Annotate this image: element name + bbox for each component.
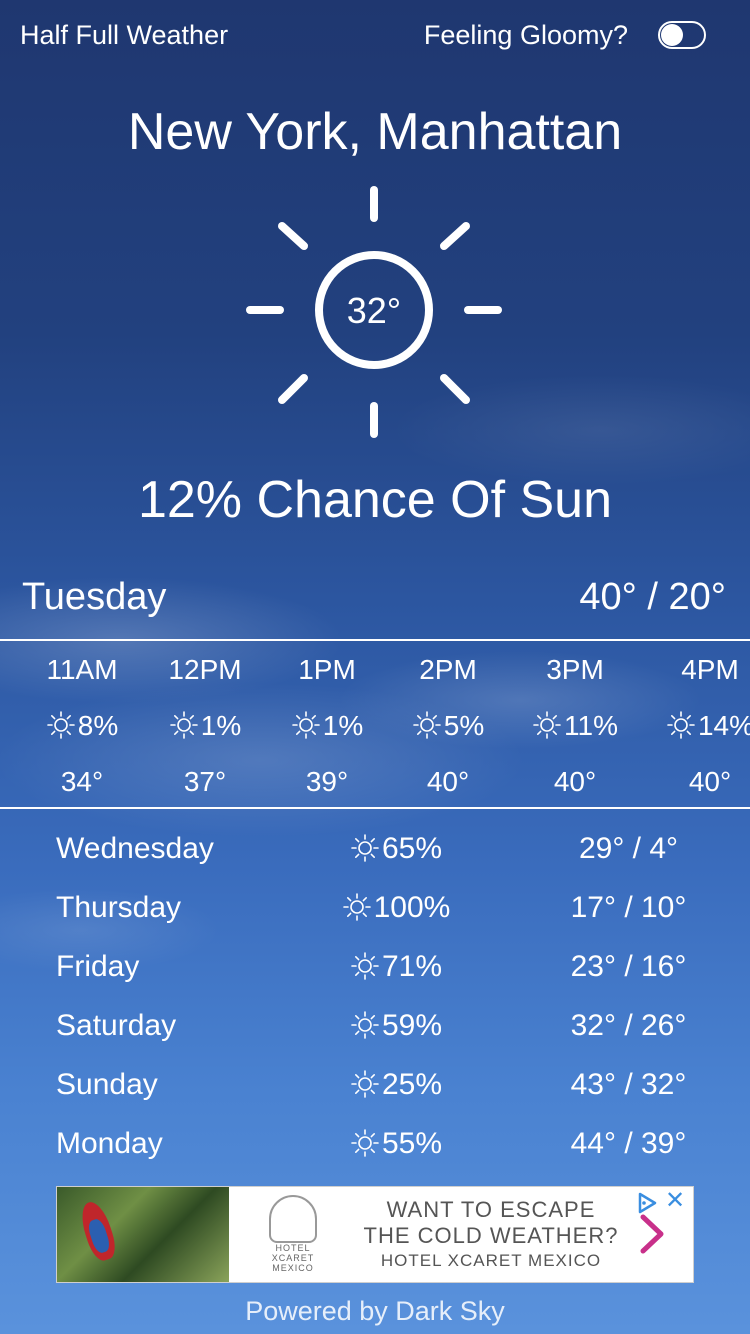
daily-chance-value: 100% <box>373 891 451 924</box>
location-title: New York, Manhattan <box>127 103 623 161</box>
daily-row: Monday 55% 44° / 39° <box>56 1123 696 1182</box>
daily-hilo: 29° / 4° <box>578 832 679 865</box>
sun-icon: 32° <box>234 180 514 450</box>
daily-row: Friday 71% 23° / 16° <box>56 946 696 1005</box>
chance-of-sun: 12% Chance Of Sun <box>137 471 613 529</box>
daily-day: Wednesday <box>56 832 214 865</box>
daily-hilo: 44° / 39° <box>570 1127 687 1160</box>
chevron-right-icon <box>640 1214 664 1254</box>
today-summary: Tuesday 40° / 20° <box>22 576 726 624</box>
hour-chance-value: 14% <box>697 710 750 741</box>
small-sun-icon <box>350 951 380 981</box>
divider <box>0 639 750 641</box>
daily-chance: 59% <box>306 1009 486 1043</box>
close-icon[interactable]: ✕ <box>663 1189 687 1213</box>
daily-day: Sunday <box>56 1068 158 1101</box>
hourly-forecast[interactable]: 11AM 8% 34° 12PM 1% 37° 1PM 1% 39° 2PM 5… <box>0 642 750 806</box>
hour-temp: 40° <box>688 766 732 797</box>
small-sun-icon <box>46 710 76 740</box>
top-bar: Half Full Weather Feeling Gloomy? <box>20 18 706 54</box>
small-sun-icon <box>666 710 696 740</box>
hour-time: 2PM <box>419 654 477 685</box>
adchoices-icon[interactable] <box>635 1191 659 1215</box>
powered-by[interactable]: Powered by Dark Sky <box>0 1296 750 1327</box>
hour-chance-value: 1% <box>200 710 242 741</box>
hour-chance: 14% <box>650 710 750 742</box>
daily-chance-value: 55% <box>381 1127 443 1160</box>
small-sun-icon <box>532 710 562 740</box>
hour-chance: 8% <box>22 710 142 742</box>
logo-line: HOTEL <box>275 1243 311 1253</box>
logo-line: XCARET <box>271 1253 315 1263</box>
hour-chance: 5% <box>388 710 508 742</box>
small-sun-icon <box>291 710 321 740</box>
daily-chance: 55% <box>306 1127 486 1161</box>
ad-banner[interactable]: HOTEL XCARET MEXICO WANT TO ESCAPE THE C… <box>56 1186 694 1283</box>
small-sun-icon <box>412 710 442 740</box>
daily-chance: 71% <box>306 950 486 984</box>
daily-row: Wednesday 65% 29° / 4° <box>56 828 696 887</box>
small-sun-icon <box>350 1010 380 1040</box>
hour-chance-value: 8% <box>77 710 119 741</box>
ad-headline-line-2: THE COLD WEATHER? <box>363 1223 619 1248</box>
hour-temp: 40° <box>553 766 597 797</box>
hour-temp: 37° <box>183 766 227 797</box>
ad-subtitle: HOTEL XCARET MEXICO <box>380 1251 602 1270</box>
daily-chance-value: 59% <box>381 1009 443 1042</box>
daily-chance-value: 65% <box>381 832 443 865</box>
hour-time: 12PM <box>168 654 242 685</box>
daily-row: Sunday 25% 43° / 32° <box>56 1064 696 1123</box>
hour-time: 3PM <box>546 654 604 685</box>
daily-row: Thursday 100% 17° / 10° <box>56 887 696 946</box>
gloomy-toggle[interactable] <box>658 21 706 49</box>
daily-row: Saturday 59% 32° / 26° <box>56 1005 696 1064</box>
hour-chance-value: 11% <box>564 710 618 741</box>
today-day: Tuesday <box>22 576 167 618</box>
logo-line: MEXICO <box>272 1263 314 1273</box>
daily-chance: 65% <box>306 832 486 866</box>
gloomy-label: Feeling Gloomy? <box>423 20 628 50</box>
hour-chance-value: 1% <box>322 710 364 741</box>
hour-time: 11AM <box>46 654 118 685</box>
daily-chance: 25% <box>306 1068 486 1102</box>
daily-day: Monday <box>56 1127 163 1160</box>
daily-hilo: 43° / 32° <box>570 1068 687 1101</box>
hour-chance: 1% <box>145 710 265 742</box>
hotel-logo: HOTEL XCARET MEXICO <box>255 1195 331 1275</box>
hour-chance: 11% <box>515 710 635 742</box>
hour-temp: 34° <box>60 766 104 797</box>
current-temperature: 32° <box>346 290 402 331</box>
daily-hilo: 17° / 10° <box>570 891 687 924</box>
hour-time: 4PM <box>681 654 739 685</box>
hour-chance: 1% <box>267 710 387 742</box>
daily-day: Friday <box>56 950 140 983</box>
hour-temp: 40° <box>426 766 470 797</box>
ad-headline: WANT TO ESCAPE THE COLD WEATHER? <box>341 1197 641 1249</box>
daily-day: Saturday <box>56 1009 177 1042</box>
small-sun-icon <box>350 833 380 863</box>
today-hilo: 40° / 20° <box>579 576 726 618</box>
daily-day: Thursday <box>56 891 182 924</box>
hour-chance-value: 5% <box>443 710 485 741</box>
hour-temp: 39° <box>305 766 349 797</box>
daily-hilo: 23° / 16° <box>570 950 687 983</box>
small-sun-icon <box>169 710 199 740</box>
daily-forecast: Wednesday 65% 29° / 4° Thursday 100% 17°… <box>56 828 696 1182</box>
daily-chance: 100% <box>306 891 486 925</box>
daily-hilo: 32° / 26° <box>570 1009 687 1042</box>
daily-chance-value: 25% <box>381 1068 443 1101</box>
ad-headline-line-1: WANT TO ESCAPE <box>386 1197 596 1222</box>
small-sun-icon <box>350 1128 380 1158</box>
toggle-knob <box>661 24 683 46</box>
hour-time: 1PM <box>298 654 356 685</box>
ad-photo <box>57 1187 229 1282</box>
app-title: Half Full Weather <box>20 20 229 50</box>
small-sun-icon <box>342 892 372 922</box>
hotel-logo-mark <box>269 1195 317 1243</box>
daily-chance-value: 71% <box>381 950 443 983</box>
small-sun-icon <box>350 1069 380 1099</box>
divider <box>0 807 750 809</box>
